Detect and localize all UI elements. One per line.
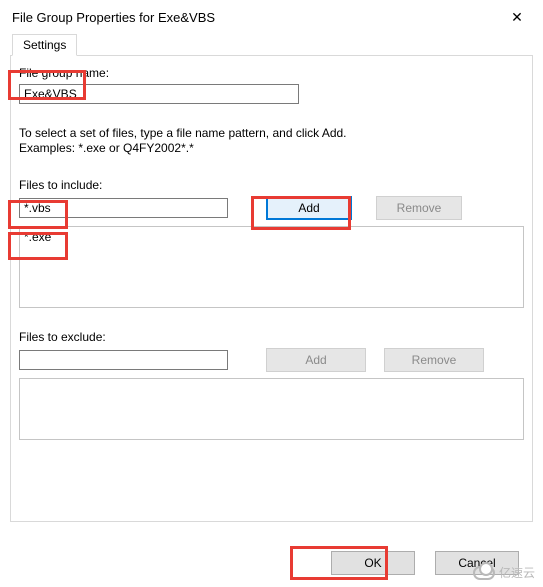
include-input[interactable] — [19, 198, 228, 218]
list-item[interactable]: *.exe — [24, 229, 519, 245]
include-label: Files to include: — [19, 178, 524, 192]
instructions-line1: To select a set of files, type a file na… — [19, 126, 347, 140]
instructions-line2: Examples: *.exe or Q4FY2002*.* — [19, 141, 194, 155]
exclude-label: Files to exclude: — [19, 330, 524, 344]
tab-strip: Settings — [10, 34, 533, 56]
cancel-button[interactable]: Cancel — [435, 551, 519, 575]
group-name-label: File group name: — [19, 66, 524, 80]
group-name-input[interactable] — [19, 84, 299, 104]
tab-settings[interactable]: Settings — [12, 34, 77, 56]
instructions-text: To select a set of files, type a file na… — [19, 126, 524, 156]
dialog-button-bar: OK Cancel — [0, 551, 543, 575]
ok-button[interactable]: OK — [331, 551, 415, 575]
exclude-add-button: Add — [266, 348, 366, 372]
include-remove-button: Remove — [376, 196, 462, 220]
window-title: File Group Properties for Exe&VBS — [12, 10, 215, 25]
include-add-button[interactable]: Add — [266, 196, 352, 220]
title-bar: File Group Properties for Exe&VBS ✕ — [0, 0, 543, 32]
exclude-listbox[interactable] — [19, 378, 524, 440]
include-row: Add Remove — [19, 196, 524, 220]
settings-panel: File group name: To select a set of file… — [10, 56, 533, 522]
exclude-input[interactable] — [19, 350, 228, 370]
close-icon[interactable]: ✕ — [503, 6, 531, 28]
exclude-row: Add Remove — [19, 348, 524, 372]
include-listbox[interactable]: *.exe — [19, 226, 524, 308]
exclude-remove-button: Remove — [384, 348, 484, 372]
